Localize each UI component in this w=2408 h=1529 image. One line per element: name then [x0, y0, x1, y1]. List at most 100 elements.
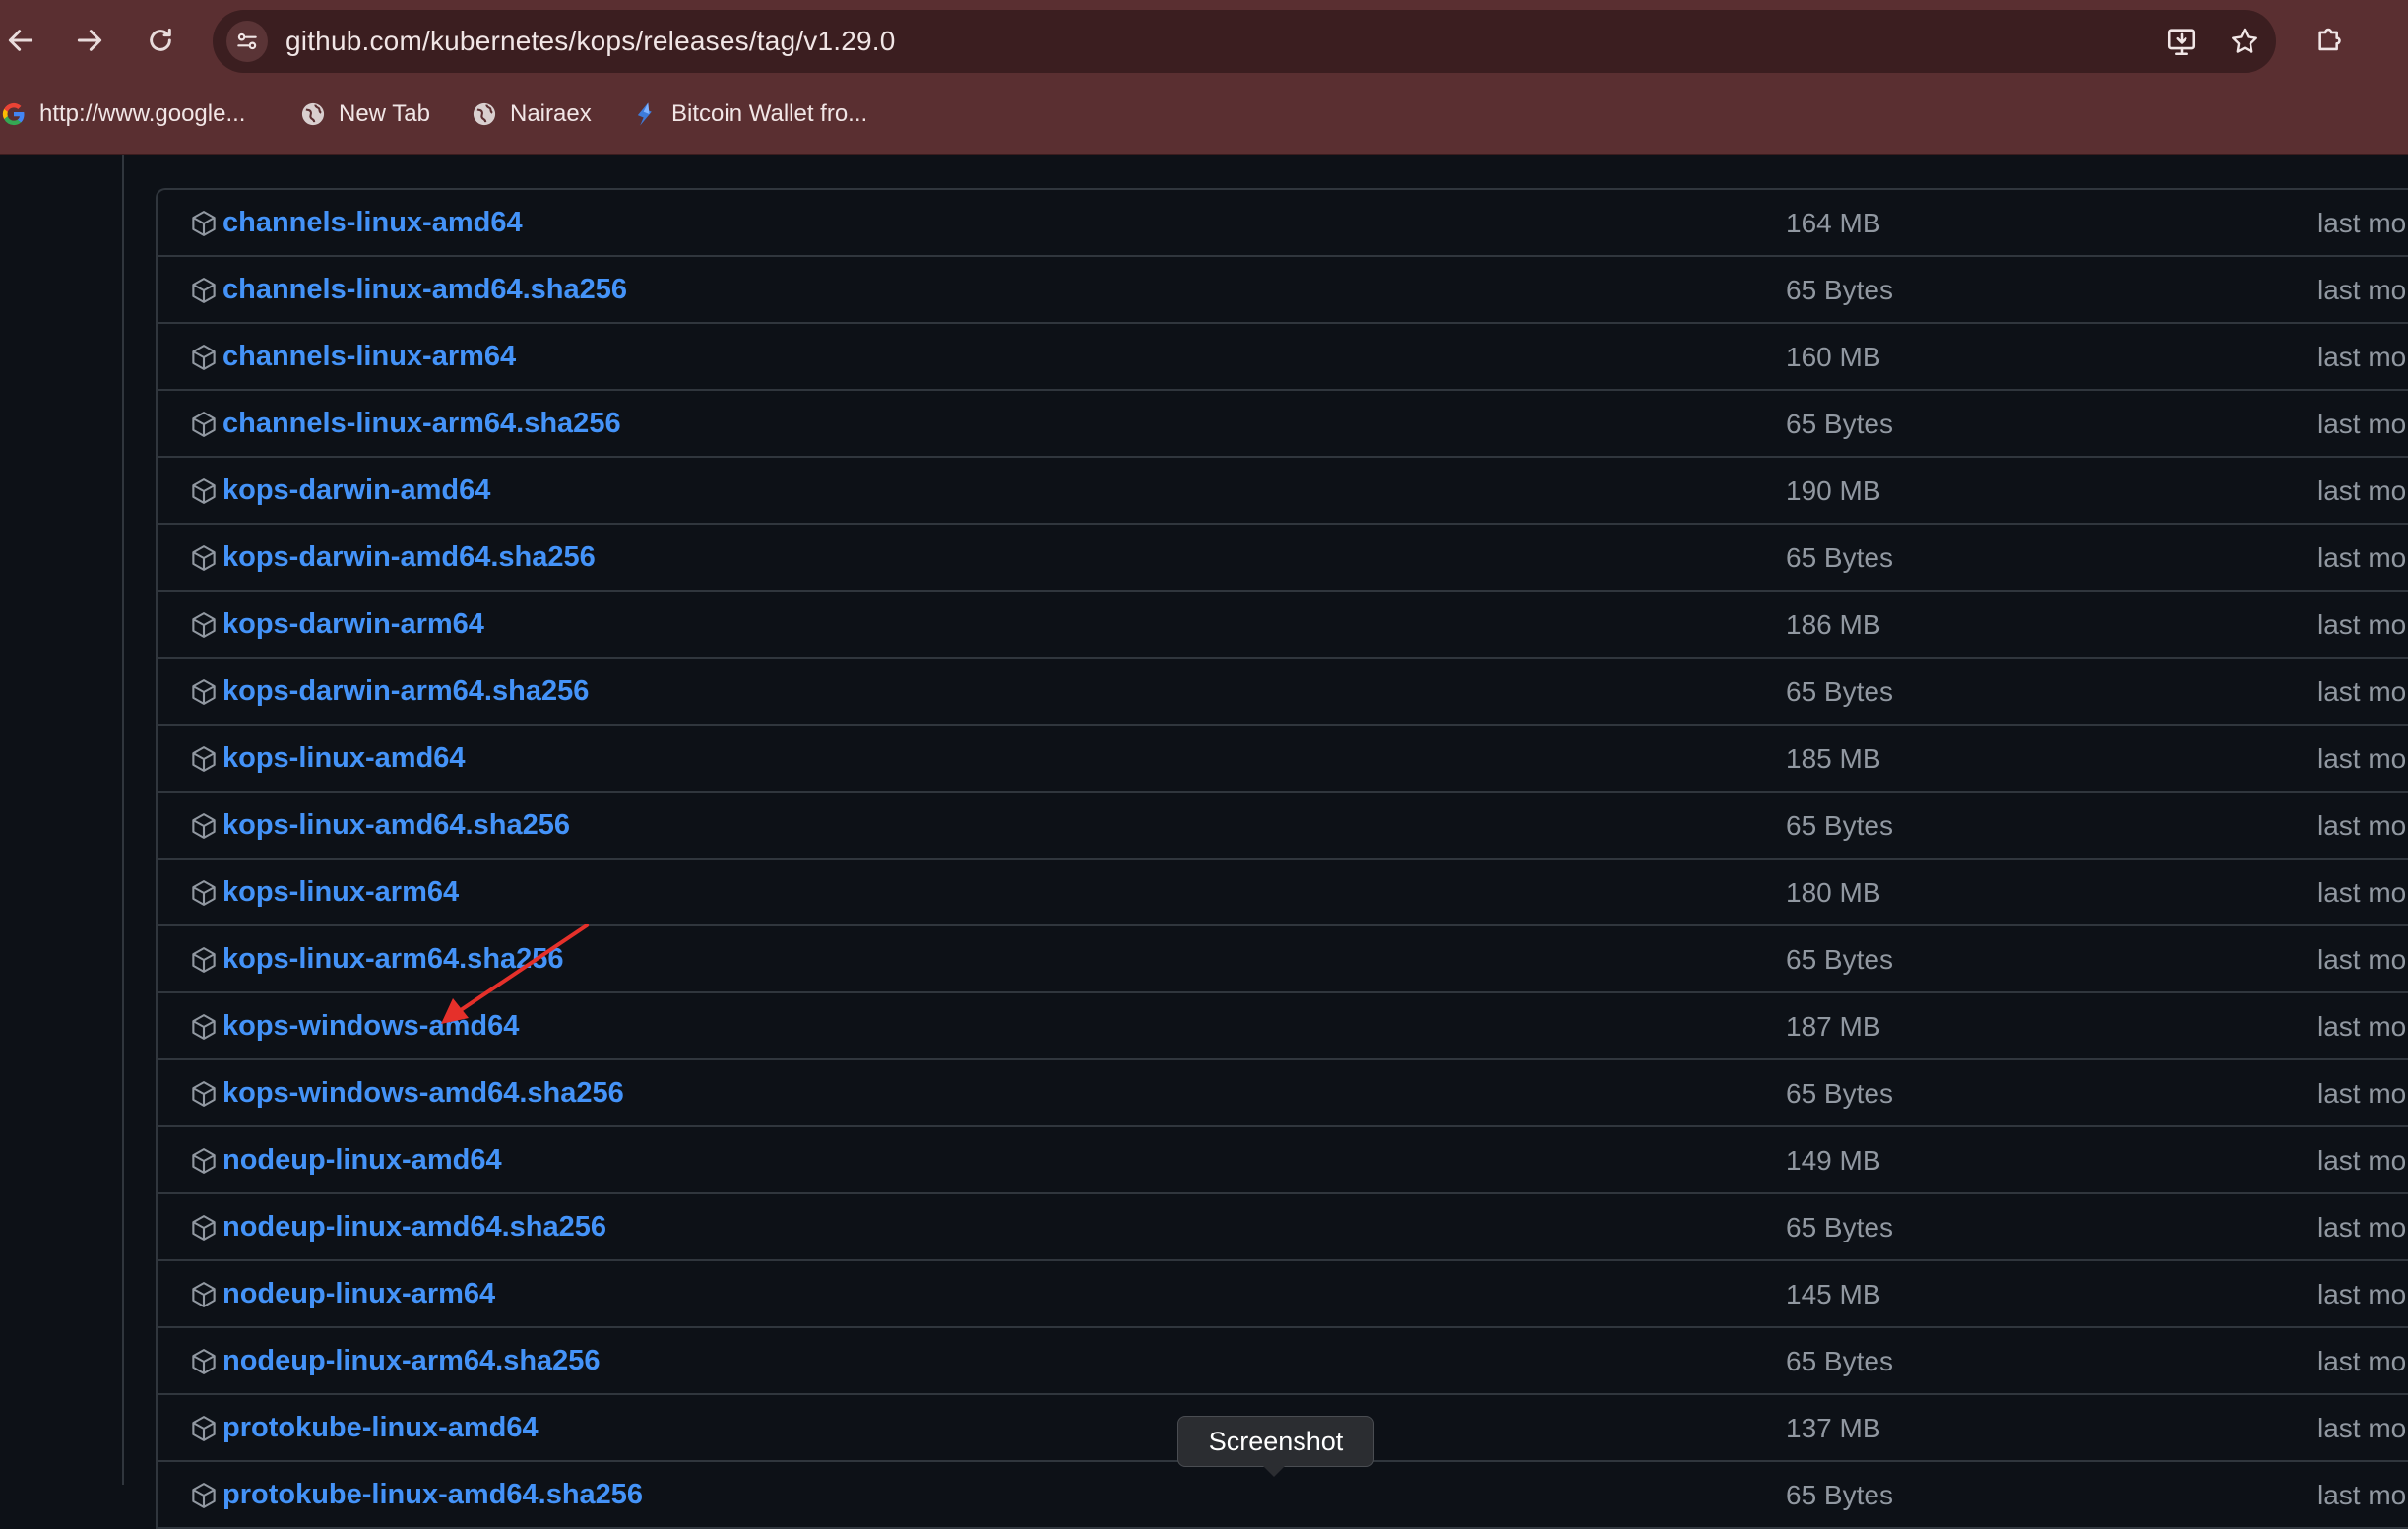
- asset-date: last mo: [2317, 542, 2407, 573]
- asset-size: 186 MB: [1786, 609, 1881, 640]
- asset-download-link[interactable]: kops-linux-arm64.sha256: [222, 943, 564, 976]
- asset-row: nodeup-linux-arm64.sha256 65 Bytes last mo: [158, 1328, 2408, 1395]
- asset-row: nodeup-linux-amd64 149 MB last mo: [158, 1127, 2408, 1194]
- arrow-left-icon: [8, 30, 33, 51]
- asset-download-link[interactable]: channels-linux-amd64: [222, 207, 523, 239]
- asset-download-link[interactable]: protokube-linux-amd64: [222, 1412, 539, 1444]
- url-text[interactable]: github.com/kubernetes/kops/releases/tag/…: [285, 26, 896, 57]
- browser-chrome: github.com/kubernetes/kops/releases/tag/…: [0, 0, 2408, 155]
- bookmark-star-button[interactable]: [2227, 24, 2262, 59]
- asset-size: 65 Bytes: [1786, 275, 1893, 305]
- back-button[interactable]: [0, 18, 43, 63]
- package-icon: [189, 1280, 219, 1309]
- bookmark-label: http://www.google...: [39, 100, 246, 127]
- asset-size: 185 MB: [1786, 743, 1881, 774]
- forward-button[interactable]: [67, 18, 112, 63]
- globe-icon: [299, 100, 327, 128]
- asset-download-link[interactable]: kops-windows-amd64: [222, 1010, 519, 1043]
- asset-size: 65 Bytes: [1786, 944, 1893, 975]
- package-icon: [189, 811, 219, 841]
- package-icon: [189, 276, 219, 305]
- asset-row: kops-linux-amd64.sha256 65 Bytes last mo: [158, 793, 2408, 860]
- asset-date: last mo: [2317, 877, 2407, 908]
- bookmark-new-tab[interactable]: New Tab: [299, 96, 430, 132]
- globe-icon: [471, 100, 498, 128]
- bookmark-label: New Tab: [339, 100, 430, 127]
- arrow-right-icon: [77, 30, 102, 51]
- package-icon: [189, 945, 219, 975]
- asset-download-link[interactable]: channels-linux-arm64: [222, 341, 516, 373]
- asset-row: kops-windows-amd64.sha256 65 Bytes last mo: [158, 1060, 2408, 1127]
- package-icon: [189, 1414, 219, 1443]
- asset-row: kops-linux-arm64 180 MB last mo: [158, 860, 2408, 926]
- extensions-button[interactable]: [2312, 20, 2351, 59]
- asset-row: kops-windows-amd64 187 MB last mo: [158, 993, 2408, 1060]
- asset-size: 190 MB: [1786, 476, 1881, 506]
- asset-row: channels-linux-arm64.sha256 65 Bytes last …: [158, 391, 2408, 458]
- bookmark-bitcoin-wallet[interactable]: Bitcoin Wallet fro...: [632, 96, 867, 132]
- asset-date: last mo: [2317, 1413, 2407, 1443]
- asset-size: 160 MB: [1786, 342, 1881, 372]
- asset-row: kops-darwin-amd64 190 MB last mo: [158, 458, 2408, 525]
- asset-download-link[interactable]: kops-darwin-amd64: [222, 475, 490, 507]
- asset-download-link[interactable]: channels-linux-arm64.sha256: [222, 408, 621, 440]
- bookmark-nairaex[interactable]: Nairaex: [471, 96, 592, 132]
- asset-download-link[interactable]: kops-linux-amd64.sha256: [222, 809, 570, 842]
- install-app-icon: [2167, 29, 2196, 56]
- asset-download-link[interactable]: nodeup-linux-amd64: [222, 1144, 502, 1177]
- bookmark-label: Bitcoin Wallet fro...: [671, 100, 868, 127]
- package-icon: [189, 1213, 219, 1242]
- asset-download-link[interactable]: kops-darwin-arm64.sha256: [222, 675, 589, 708]
- reload-button[interactable]: [138, 18, 183, 63]
- asset-size: 65 Bytes: [1786, 1212, 1893, 1242]
- package-icon: [189, 1146, 219, 1176]
- asset-download-link[interactable]: kops-linux-arm64: [222, 876, 459, 909]
- asset-row: kops-darwin-arm64 186 MB last mo: [158, 592, 2408, 659]
- bookmark-label: Nairaex: [510, 100, 592, 127]
- tune-icon: [237, 32, 257, 50]
- star-icon: [2232, 28, 2257, 53]
- asset-row: channels-linux-amd64 164 MB last mo: [158, 190, 2408, 257]
- asset-size: 65 Bytes: [1786, 1346, 1893, 1376]
- asset-row: nodeup-linux-arm64 145 MB last mo: [158, 1261, 2408, 1328]
- package-icon: [189, 1079, 219, 1109]
- asset-download-link[interactable]: kops-windows-amd64.sha256: [222, 1077, 624, 1110]
- google-icon: [0, 100, 28, 128]
- asset-date: last mo: [2317, 810, 2407, 841]
- package-icon: [189, 543, 219, 573]
- asset-download-link[interactable]: nodeup-linux-amd64.sha256: [222, 1211, 606, 1243]
- asset-size: 180 MB: [1786, 877, 1881, 908]
- asset-date: last mo: [2317, 1078, 2407, 1109]
- asset-date: last mo: [2317, 1279, 2407, 1309]
- asset-download-link[interactable]: nodeup-linux-arm64: [222, 1278, 495, 1310]
- release-assets-list: channels-linux-amd64 164 MB last mo channel…: [156, 188, 2408, 1529]
- asset-size: 149 MB: [1786, 1145, 1881, 1176]
- asset-size: 145 MB: [1786, 1279, 1881, 1309]
- wallet-icon: [632, 100, 660, 128]
- asset-download-link[interactable]: protokube-linux-amd64.sha256: [222, 1479, 643, 1511]
- asset-date: last mo: [2317, 944, 2407, 975]
- asset-row: channels-linux-arm64 160 MB last mo: [158, 324, 2408, 391]
- puzzle-icon: [2318, 28, 2341, 51]
- package-icon: [189, 1347, 219, 1376]
- asset-date: last mo: [2317, 342, 2407, 372]
- package-icon: [189, 878, 219, 908]
- bookmark-google[interactable]: http://www.google...: [0, 96, 245, 132]
- asset-row: kops-linux-arm64.sha256 65 Bytes last mo: [158, 926, 2408, 993]
- package-icon: [189, 1012, 219, 1042]
- tooltip-pointer: [1262, 1465, 1286, 1477]
- install-app-button[interactable]: [2164, 24, 2199, 59]
- site-info-button[interactable]: [226, 21, 268, 62]
- asset-size: 65 Bytes: [1786, 1078, 1893, 1109]
- asset-download-link[interactable]: kops-darwin-amd64.sha256: [222, 542, 596, 574]
- asset-date: last mo: [2317, 743, 2407, 774]
- asset-download-link[interactable]: kops-linux-amd64: [222, 742, 466, 775]
- asset-download-link[interactable]: channels-linux-amd64.sha256: [222, 274, 627, 306]
- asset-row: kops-darwin-amd64.sha256 65 Bytes last mo: [158, 525, 2408, 592]
- asset-size: 187 MB: [1786, 1011, 1881, 1042]
- package-icon: [189, 610, 219, 640]
- asset-download-link[interactable]: nodeup-linux-arm64.sha256: [222, 1345, 601, 1377]
- screenshot-tooltip: Screenshot: [1177, 1416, 1374, 1467]
- asset-download-link[interactable]: kops-darwin-arm64: [222, 608, 484, 641]
- address-bar[interactable]: github.com/kubernetes/kops/releases/tag/…: [213, 10, 2276, 73]
